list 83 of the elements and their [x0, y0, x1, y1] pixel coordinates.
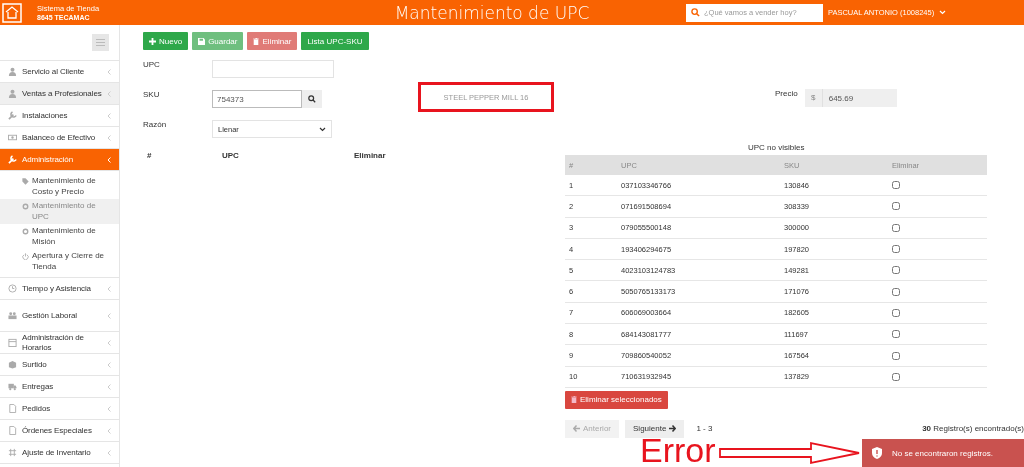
page-title: Mantenimiento de UPC — [393, 2, 591, 23]
next-button[interactable]: Siguiente — [625, 419, 685, 438]
clock-icon — [8, 284, 17, 293]
delete-selected-button[interactable]: Eliminar seleccionados — [565, 390, 668, 409]
arrow-right-icon — [669, 425, 677, 433]
field-label: Precio — [775, 89, 798, 98]
chevron-icon — [107, 90, 111, 97]
sidebar-item[interactable]: Ajuste de Inventario — [0, 442, 119, 464]
caret-icon — [939, 10, 947, 15]
trash-icon — [253, 37, 260, 45]
calendar-icon — [8, 338, 17, 347]
person-icon — [8, 67, 17, 76]
delete-checkbox[interactable] — [892, 330, 900, 339]
gear-icon — [22, 228, 29, 235]
shield-icon — [872, 447, 882, 459]
delete-checkbox[interactable] — [892, 372, 900, 381]
tag-icon — [22, 178, 29, 185]
column-header: Eliminar — [354, 151, 386, 162]
file-icon — [8, 426, 17, 435]
delete-checkbox[interactable] — [892, 245, 900, 254]
chevron-icon — [107, 112, 111, 119]
chevron-icon — [107, 339, 111, 346]
price-field: $ 645.69 — [804, 89, 897, 107]
grid-icon — [8, 448, 17, 457]
delete-checkbox[interactable] — [892, 287, 900, 296]
delete-checkbox[interactable] — [892, 223, 900, 232]
sidebar-item[interactable]: Ventas a Profesionales — [0, 83, 119, 105]
wrench-icon — [8, 111, 17, 120]
table-title: UPC no visibles — [748, 143, 805, 152]
upc-field[interactable] — [212, 60, 334, 78]
delete-checkbox[interactable] — [892, 181, 900, 190]
money-icon — [8, 133, 17, 142]
sidebar-item[interactable]: Gestión Laboral — [0, 300, 119, 332]
sku-field[interactable]: 754373 — [212, 90, 302, 108]
sidebar-item[interactable]: Surtido — [0, 354, 119, 376]
sidebar-item[interactable]: Instalaciones — [0, 105, 119, 127]
toast-message: No se encontraron registros. — [892, 448, 993, 458]
chevron-icon — [107, 361, 111, 368]
delete-checkbox[interactable] — [892, 202, 900, 211]
gear-icon — [22, 203, 29, 210]
column-header: # — [147, 151, 153, 162]
submenu-item[interactable]: Mantenimiento de Misión — [0, 224, 119, 249]
person-icon — [8, 89, 17, 98]
delete-checkbox[interactable] — [892, 308, 900, 317]
plus-icon — [149, 37, 156, 45]
field-label: SKU — [143, 90, 161, 99]
page-range: 1 - 3 — [696, 424, 713, 434]
search-button[interactable] — [302, 90, 322, 108]
wrench-icon — [8, 155, 17, 164]
floppy-icon — [198, 37, 206, 45]
sidebar-item[interactable]: Pedidos — [0, 398, 119, 420]
record-count: 30 Registro(s) encontrado(s) — [922, 424, 1024, 434]
field-label: UPC — [143, 60, 161, 69]
menu-icon — [96, 39, 105, 46]
people-icon — [8, 311, 17, 320]
chevron-icon — [107, 156, 111, 163]
delete-checkbox[interactable] — [892, 351, 900, 360]
power-icon — [22, 253, 29, 260]
chevron-icon — [107, 134, 111, 141]
chevron-icon — [107, 383, 111, 390]
submenu-item[interactable]: Mantenimiento de Costo y Precio — [0, 174, 119, 199]
annotation-label: Error — [640, 436, 716, 464]
chevron-icon — [107, 285, 111, 292]
column-header: UPC — [222, 151, 240, 162]
sidebar-item[interactable]: Órdenes Especiales — [0, 420, 119, 442]
sidebar-item[interactable]: Entregas — [0, 376, 119, 398]
chevron-icon — [107, 68, 111, 75]
chevron-icon — [107, 405, 111, 412]
box-icon — [8, 360, 17, 369]
file-icon — [8, 404, 17, 413]
arrow-left-icon — [573, 425, 580, 433]
chevron-icon — [107, 312, 111, 319]
submenu-item[interactable]: Apertura y Cierre de Tienda — [0, 249, 119, 274]
field-label: Razón — [143, 120, 168, 129]
trash-icon — [571, 396, 577, 404]
search-icon — [308, 95, 316, 103]
sidebar-item[interactable]: Administración de Horarios — [0, 332, 119, 354]
sidebar-item[interactable]: Tiempo y Asistencia — [0, 278, 119, 300]
delete-checkbox[interactable] — [892, 266, 900, 275]
caret-icon — [319, 126, 326, 132]
chevron-icon — [107, 427, 111, 434]
truck-icon — [8, 382, 17, 391]
chevron-icon — [107, 449, 111, 456]
